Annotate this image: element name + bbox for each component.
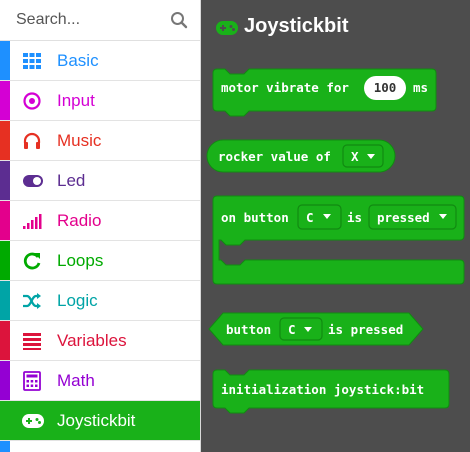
category-label: Logic xyxy=(57,291,98,310)
category-color-bar xyxy=(0,281,10,320)
category-math[interactable]: Math xyxy=(0,361,200,401)
category-color-bar xyxy=(0,81,10,120)
calculator-icon xyxy=(23,371,41,391)
category-variables[interactable]: Variables xyxy=(0,321,200,361)
dropdown-value: C xyxy=(306,210,314,225)
grid-icon xyxy=(23,53,41,69)
category-logic[interactable]: Logic xyxy=(0,281,200,321)
search-icon[interactable] xyxy=(170,11,188,29)
category-color-bar xyxy=(0,321,10,360)
dropdown-value: X xyxy=(351,149,359,164)
search-input[interactable] xyxy=(0,0,160,40)
category-color-bar xyxy=(0,201,10,240)
category-color-bar xyxy=(0,401,10,440)
button-dropdown[interactable]: C xyxy=(297,204,342,230)
category-label: Music xyxy=(57,131,102,150)
field-value: 100 xyxy=(374,80,397,95)
category-color-bar xyxy=(0,241,10,280)
gamepad-icon xyxy=(22,414,44,428)
category-label: Input xyxy=(57,91,95,110)
block-label: initialization joystick:bit xyxy=(221,382,424,397)
category-label: Variables xyxy=(57,331,127,350)
initialization-block[interactable]: initialization joystick:bit xyxy=(212,369,450,414)
category-label: Loops xyxy=(57,251,104,270)
blocks-flyout: Joystickbit motor vibrate for 100 ms roc… xyxy=(201,0,470,452)
block-canvas: motor vibrate for 100 ms rocker value of… xyxy=(206,68,465,414)
signal-bars-icon xyxy=(23,214,42,229)
dropdown-value: C xyxy=(288,322,296,337)
category-color-bar xyxy=(0,361,10,400)
category-label: Basic xyxy=(57,51,99,70)
rocker-value-block[interactable]: rocker value of X xyxy=(206,139,396,173)
block-label: motor vibrate for xyxy=(221,80,349,95)
category-sidebar: Basic Input Music Led xyxy=(0,0,201,452)
button-dropdown[interactable]: C xyxy=(279,317,323,341)
block-label: on button xyxy=(221,210,289,225)
block-label: button xyxy=(226,322,271,337)
category-next-partial[interactable] xyxy=(0,441,200,452)
category-input[interactable]: Input xyxy=(0,81,200,121)
block-label-is: is xyxy=(347,210,362,225)
on-button-event-block[interactable]: on button C is pressed xyxy=(212,195,465,285)
category-label: Led xyxy=(57,171,86,190)
block-unit-label: ms xyxy=(413,80,428,95)
headphones-icon xyxy=(23,132,41,149)
search-box xyxy=(0,0,200,41)
category-label: Radio xyxy=(57,211,102,230)
category-music[interactable]: Music xyxy=(0,121,200,161)
category-color-bar xyxy=(0,161,10,200)
category-joystickbit[interactable]: Joystickbit xyxy=(0,401,200,441)
category-loops[interactable]: Loops xyxy=(0,241,200,281)
refresh-icon xyxy=(23,252,41,270)
category-color-bar xyxy=(0,121,10,160)
motor-vibrate-block[interactable]: motor vibrate for 100 ms xyxy=(212,68,437,117)
block-label: rocker value of xyxy=(218,149,331,164)
category-radio[interactable]: Radio xyxy=(0,201,200,241)
shuffle-icon xyxy=(23,293,41,309)
duration-number-field[interactable]: 100 xyxy=(364,76,406,100)
button-is-pressed-block[interactable]: button C is pressed xyxy=(208,312,424,346)
category-color-bar xyxy=(0,441,10,452)
axis-dropdown[interactable]: X xyxy=(342,144,384,168)
state-dropdown[interactable]: pressed xyxy=(368,204,457,230)
block-label-suffix: is pressed xyxy=(328,322,403,337)
category-color-bar xyxy=(0,41,10,80)
target-icon xyxy=(23,92,41,110)
category-label: Joystickbit xyxy=(57,411,136,430)
list-lines-icon xyxy=(23,333,41,350)
category-basic[interactable]: Basic xyxy=(0,41,200,81)
category-led[interactable]: Led xyxy=(0,161,200,201)
dropdown-value: pressed xyxy=(377,210,430,225)
toggle-icon xyxy=(23,175,43,187)
category-label: Math xyxy=(57,371,95,390)
